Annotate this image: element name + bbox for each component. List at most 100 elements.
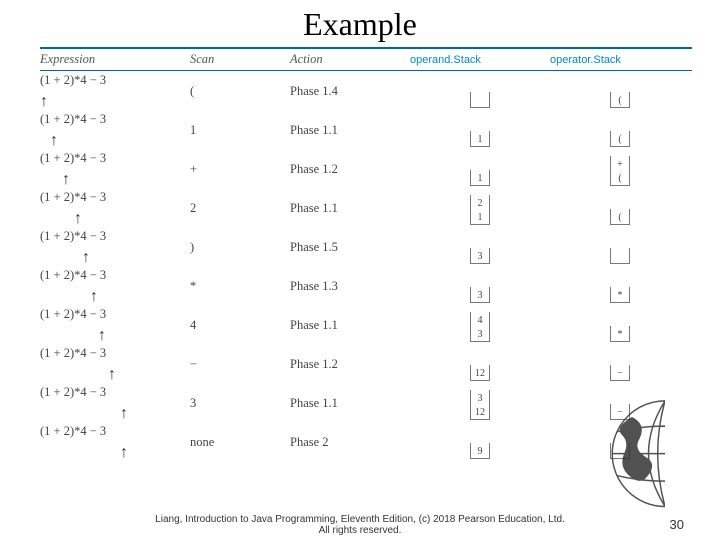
table-row: (1 + 2)*4 − 3↑)Phase 1.53 [40,227,692,266]
stack-item: 12 [471,366,489,380]
scan-cell: * [190,279,290,294]
operand-stack-cell: 9 [410,425,550,459]
stack-item [471,93,489,107]
stack-item [611,249,629,263]
scan-cell: ( [190,84,290,99]
operator-stack-cell [550,425,690,459]
table-row: (1 + 2)*4 − 3↑1Phase 1.11( [40,110,692,149]
expression-cell: (1 + 2)*4 − 3↑ [40,152,190,186]
scan-arrow-icon: ↑ [50,133,58,149]
action-cell: Phase 1.2 [290,162,410,177]
stack-icon [470,92,490,108]
scan-arrow-icon: ↑ [108,367,116,383]
header-action: Action [290,52,410,67]
scan-cell: none [190,435,290,450]
scan-arrow-icon: ↑ [82,250,90,266]
stack-item: 3 [471,327,489,341]
table-row: (1 + 2)*4 − 3↑2Phase 1.1 12 ( [40,188,692,227]
stack-icon: 1 [470,170,490,186]
expression-cell: (1 + 2)*4 − 3↑ [40,191,190,225]
action-cell: Phase 1.3 [290,279,410,294]
footer-citation: Liang, Introduction to Java Programming,… [0,514,720,536]
action-cell: Phase 1.1 [290,123,410,138]
stack-item: ( [611,171,629,185]
page-number: 30 [670,517,684,532]
stack-item: 3 [471,249,489,263]
header-scan: Scan [190,52,290,67]
operator-stack-cell: (+ [550,152,690,186]
stack-item: ( [611,132,629,146]
stack-item: 1 [471,132,489,146]
table-row: (1 + 2)*4 − 3↑*Phase 1.33* [40,266,692,305]
stack-icon: 12 [470,365,490,381]
expression-text: (1 + 2)*4 − 3 [40,113,190,126]
expression-cell: (1 + 2)*4 − 3 ↑ [40,269,190,303]
operator-stack-cell: ( [550,113,690,147]
stack-icon: (+ [610,156,630,186]
table-row: (1 + 2)*4 − 3↑3Phase 1.1123− [40,383,692,422]
expression-text: (1 + 2)*4 − 3 [40,425,190,438]
action-cell: Phase 1.1 [290,201,410,216]
action-cell: Phase 2 [290,435,410,450]
scan-arrow-icon: ↑ [120,445,128,461]
stack-icon: 9 [470,443,490,459]
operator-stack-cell: − [550,347,690,381]
expression-cell: (1 + 2)*4 − 3 ↑ [40,308,190,342]
scan-cell: 4 [190,318,290,333]
stack-item: 1 [471,171,489,185]
expression-text: (1 + 2)*4 − 3 [40,269,190,282]
table-row: (1 + 2)*4 − 3↑ + Phase 1.2 1 (+ [40,149,692,188]
expression-text: (1 + 2)*4 − 3 [40,230,190,243]
operand-stack-cell: 1 [410,152,550,186]
stack-item: + [611,157,629,171]
slide-title: Example [0,0,720,47]
action-cell: Phase 1.1 [290,318,410,333]
expression-text: (1 + 2)*4 − 3 [40,191,190,204]
operand-stack-cell: 12 [410,191,550,225]
expression-text: (1 + 2)*4 − 3 [40,152,190,165]
operand-stack-cell: 12 [410,347,550,381]
stack-icon [610,443,630,459]
table-row: (1 + 2)*4 − 3 ↑ nonePhase 2 9 [40,422,692,461]
operand-stack-cell: 3 [410,230,550,264]
expression-cell: (1 + 2)*4 − 3↑ [40,74,190,108]
expression-text: (1 + 2)*4 − 3 [40,347,190,360]
operand-stack-cell: 34 [410,308,550,342]
stack-icon [610,248,630,264]
stack-item: 3 [471,391,489,405]
scan-cell: 3 [190,396,290,411]
trace-table: Expression Scan Action operand.Stack ope… [0,47,720,461]
expression-cell: (1 + 2)*4 − 3 ↑ [40,425,190,459]
stack-item: − [611,405,629,419]
stack-icon: 12 [470,195,490,225]
stack-item: − [611,366,629,380]
scan-arrow-icon: ↑ [98,328,106,344]
stack-item: 1 [471,210,489,224]
stack-icon: * [610,287,630,303]
action-cell: Phase 1.2 [290,357,410,372]
stack-item: 3 [471,288,489,302]
scan-arrow-icon: ↑ [40,94,48,110]
header-operator-stack: operator.Stack [550,54,690,66]
action-cell: Phase 1.4 [290,84,410,99]
operand-stack-cell [410,74,550,108]
expression-cell: (1 + 2)*4 − 3 ↑ [40,230,190,264]
operator-stack-cell: * [550,269,690,303]
scan-arrow-icon: ↑ [90,289,98,305]
operand-stack-cell: 123 [410,386,550,420]
expression-text: (1 + 2)*4 − 3 [40,386,190,399]
stack-icon: 1 [470,131,490,147]
table-row: (1 + 2)*4 − 3↑(Phase 1.4( [40,71,692,110]
stack-icon: − [610,365,630,381]
scan-cell: 2 [190,201,290,216]
stack-item: 12 [471,405,489,419]
stack-icon: 123 [470,390,490,420]
stack-item: 4 [471,313,489,327]
table-row: (1 + 2)*4 − 3↑−Phase 1.212− [40,344,692,383]
operand-stack-cell: 3 [410,269,550,303]
expression-text: (1 + 2)*4 − 3 [40,308,190,321]
operator-stack-cell: ( [550,191,690,225]
stack-icon: ( [610,92,630,108]
operator-stack-cell: − [550,386,690,420]
stack-item: * [611,288,629,302]
